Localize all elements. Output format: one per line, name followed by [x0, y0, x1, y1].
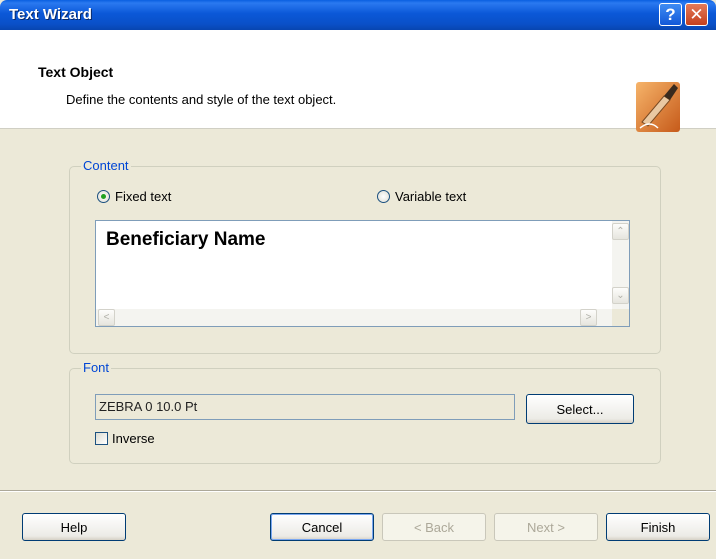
text-wizard-window: Text Wizard ? ✕ Text Object Define the c… [0, 0, 716, 559]
help-icon[interactable]: ? [659, 3, 682, 26]
help-button[interactable]: Help [22, 513, 126, 541]
scroll-right-icon[interactable]: > [580, 309, 597, 326]
radio-button-checked[interactable] [97, 190, 110, 203]
back-button[interactable]: < Back [382, 513, 486, 541]
window-title: Text Wizard [9, 6, 92, 23]
footer-divider [0, 490, 716, 492]
scroll-left-icon[interactable]: < [98, 309, 115, 326]
fixed-text-label: Fixed text [115, 189, 172, 204]
page-description: Define the contents and style of the tex… [66, 92, 337, 107]
content-legend: Content [81, 158, 131, 173]
page-title: Text Object [38, 64, 114, 80]
variable-text-radio[interactable]: Variable text [377, 189, 466, 204]
title-bar[interactable]: Text Wizard ? ✕ [0, 0, 716, 30]
scrollbar-corner [612, 309, 629, 326]
wizard-header: Text Object Define the contents and styl… [0, 30, 716, 132]
radio-button-unchecked[interactable] [377, 190, 390, 203]
scroll-up-icon[interactable]: ⌃ [612, 223, 629, 240]
fixed-text-radio[interactable]: Fixed text [97, 189, 171, 204]
font-legend: Font [81, 360, 112, 375]
scroll-down-icon[interactable]: ⌄ [612, 287, 629, 304]
finish-button[interactable]: Finish [606, 513, 710, 541]
font-name-field: ZEBRA 0 10.0 Pt [95, 394, 515, 420]
select-font-button[interactable]: Select... [526, 394, 634, 424]
inverse-checkbox-row[interactable]: Inverse [95, 431, 155, 446]
inverse-label: Inverse [112, 431, 155, 446]
horizontal-scrollbar[interactable]: < > [96, 309, 612, 326]
writing-hand-icon [636, 82, 680, 132]
text-content-value: Beneficiary Name [106, 229, 266, 250]
inverse-checkbox[interactable] [95, 432, 108, 445]
variable-text-label: Variable text [395, 189, 467, 204]
cancel-button[interactable]: Cancel [270, 513, 374, 541]
next-button[interactable]: Next > [494, 513, 598, 541]
text-content-area[interactable]: Beneficiary Name ⌃ ⌄ < > [95, 220, 630, 327]
close-icon[interactable]: ✕ [685, 3, 708, 26]
vertical-scrollbar[interactable]: ⌃ ⌄ [612, 221, 629, 309]
